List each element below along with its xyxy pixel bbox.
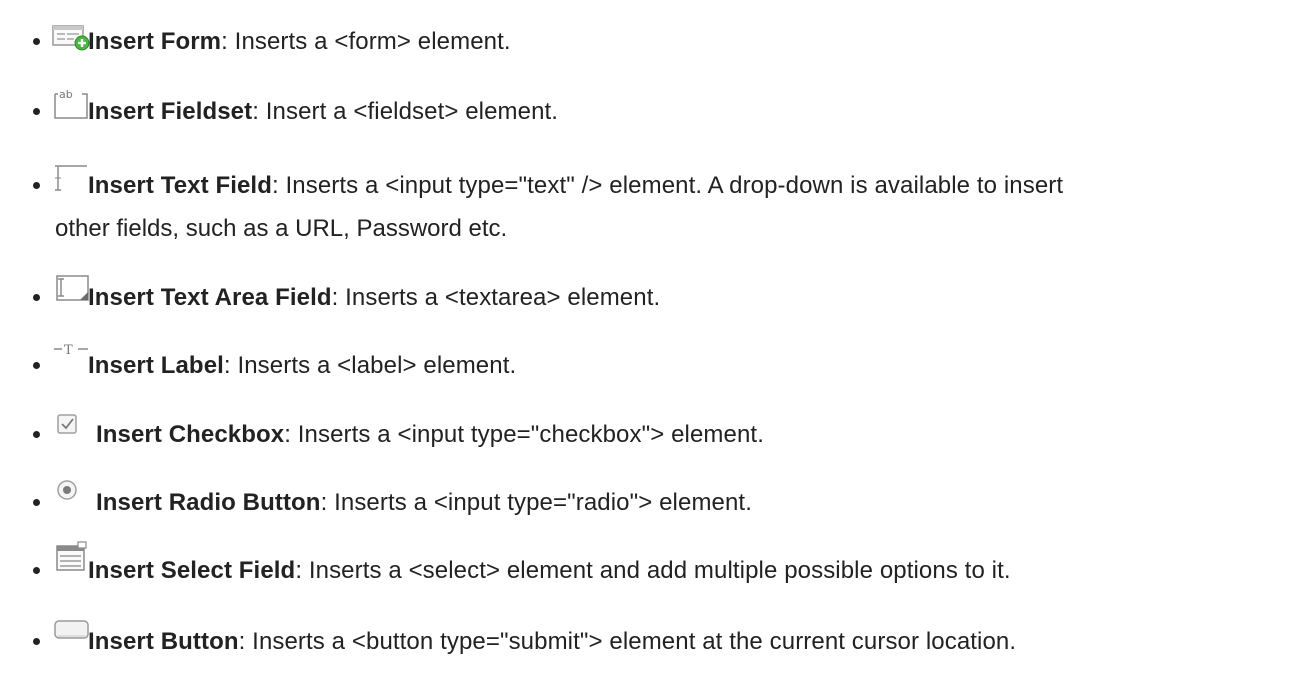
term-label: Insert Radio Button: [96, 489, 321, 516]
bullet: [33, 108, 40, 115]
term-label: Insert Text Area Field: [88, 284, 332, 311]
svg-text:ab: ab: [59, 88, 73, 101]
bullet: [33, 499, 40, 506]
separator: :: [238, 628, 253, 655]
insert-radio-button-icon: [56, 477, 96, 507]
term-label: Insert Button: [88, 628, 239, 655]
insert-form-icon: [52, 24, 92, 54]
description: Inserts a <textarea> element.: [345, 284, 661, 311]
separator: :: [284, 421, 298, 448]
description: Inserts a <input type="checkbox"> elemen…: [297, 421, 764, 448]
separator: :: [221, 28, 235, 55]
insert-text-field-icon: [52, 162, 92, 192]
description: Inserts a <input type="text" /> element.…: [285, 172, 1064, 199]
separator: :: [223, 352, 238, 379]
separator: :: [271, 172, 286, 199]
insert-checkbox-icon: [56, 411, 96, 441]
bullet: [33, 431, 40, 438]
term-label: Insert Fieldset: [88, 98, 253, 125]
insert-button-icon: [52, 618, 92, 648]
description-continued: other fields, such as a URL, Password et…: [55, 215, 508, 242]
description: Inserts a <select> element and add multi…: [308, 557, 1011, 584]
description: Inserts a <label> element.: [237, 352, 517, 379]
term-label: Insert Text Field: [88, 172, 272, 199]
description: Inserts a <form> element.: [234, 28, 511, 55]
separator: :: [331, 284, 346, 311]
bullet: [33, 567, 40, 574]
separator: :: [295, 557, 309, 584]
term-label: Insert Label: [88, 352, 224, 379]
term-label: Insert Checkbox: [96, 421, 285, 448]
insert-text-area-icon: [52, 272, 92, 302]
bullet: [33, 38, 40, 45]
bullet: [33, 362, 40, 369]
term-label: Insert Form: [88, 28, 222, 55]
term-label: Insert Select Field: [88, 557, 296, 584]
bullet: [33, 638, 40, 645]
description: Inserts a <input type="radio"> element.: [334, 489, 752, 516]
insert-fieldset-icon: ab: [52, 84, 92, 119]
svg-text:T: T: [64, 343, 73, 358]
insert-label-icon: T: [52, 340, 92, 370]
separator: :: [320, 489, 335, 516]
separator: :: [252, 98, 266, 125]
description: Insert a <fieldset> element.: [265, 98, 559, 125]
bullet: [33, 182, 40, 189]
bullet: [33, 294, 40, 301]
description: Inserts a <button type="submit"> element…: [252, 628, 1017, 655]
